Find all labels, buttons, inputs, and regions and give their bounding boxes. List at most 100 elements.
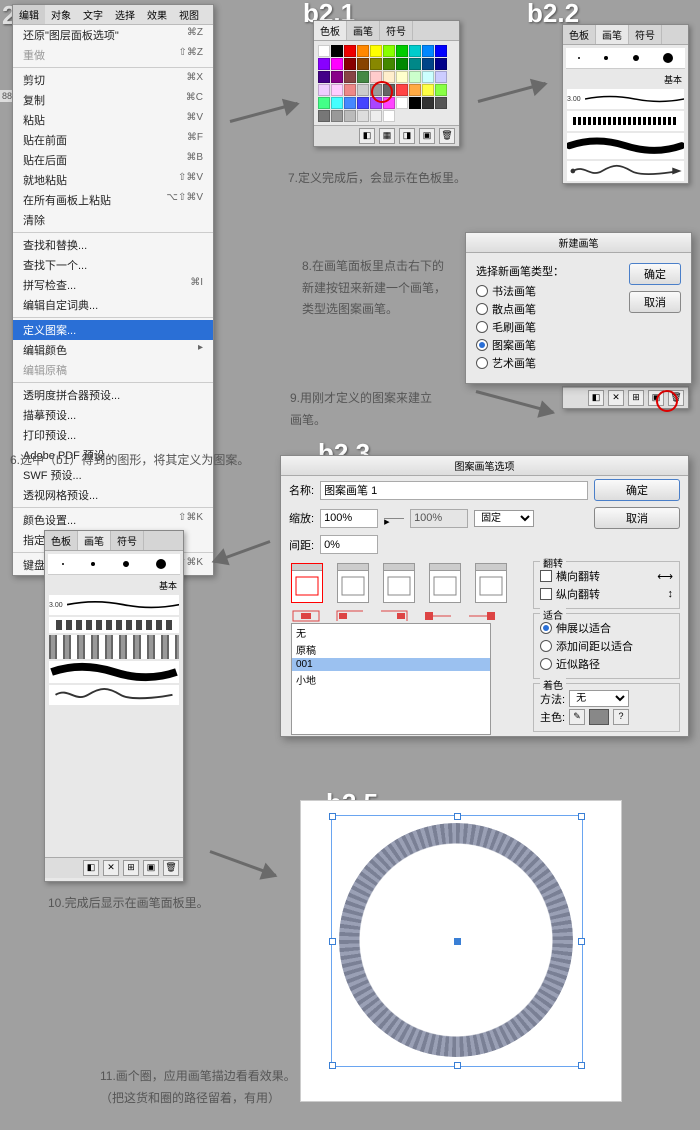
brush-sample-rough[interactable] [567,111,684,131]
swatch-color[interactable] [357,45,369,57]
pbo-method-select[interactable]: 无 [569,690,629,707]
swatch-btn-1[interactable]: ◧ [359,128,375,144]
radio-calligraphy[interactable]: 书法画笔 [476,283,609,299]
swatch-color[interactable] [383,84,395,96]
b24-btn-x[interactable]: ✕ [103,860,119,876]
b24-btn-trash[interactable]: 🗑 [163,860,179,876]
brush-sample-deco[interactable] [567,161,684,181]
swatch-color[interactable] [435,97,447,109]
tab-symbol3[interactable]: 符号 [111,531,144,550]
swatch-color[interactable] [409,45,421,57]
radio-scatter[interactable]: 散点画笔 [476,301,609,317]
b24-sample-4[interactable] [49,661,179,683]
mi-spell[interactable]: 拼写检查...⌘I [13,275,213,295]
swatch-color[interactable] [422,97,434,109]
tab-brush[interactable]: 画笔 [347,21,380,40]
brush-sample-line[interactable]: 3.00 [567,89,684,109]
tile-start[interactable] [429,563,461,603]
swatch-color[interactable] [357,58,369,70]
swatch-color[interactable] [344,58,356,70]
main-color-swatch[interactable] [589,709,609,725]
tab-symbol2[interactable]: 符号 [629,25,662,44]
swatch-color[interactable] [396,58,408,70]
swatch-color[interactable] [370,71,382,83]
mi-find[interactable]: 查找和替换... [13,235,213,255]
swatch-color[interactable] [370,110,382,122]
tab-swatch[interactable]: 色板 [314,21,347,40]
tab-brush2[interactable]: 画笔 [596,25,629,44]
swatch-color[interactable] [396,45,408,57]
swatch-color[interactable] [357,71,369,83]
swatch-color[interactable] [331,71,343,83]
swatch-color[interactable] [370,58,382,70]
tile-outer-corner[interactable] [337,563,369,603]
swatch-color[interactable] [370,84,382,96]
swatch-color[interactable] [435,45,447,57]
swatch-color[interactable] [357,97,369,109]
swatch-color[interactable] [396,71,408,83]
brush-sample-charcoal[interactable] [567,133,684,159]
b24-btn-new[interactable]: ▣ [143,860,159,876]
b24-btn-lib[interactable]: ◧ [83,860,99,876]
swatch-color[interactable] [422,45,434,57]
mi-undo[interactable]: 还原"图层面板选项"⌘Z [13,25,213,45]
swatch-color[interactable] [318,97,330,109]
mi-define-pattern[interactable]: 定义图案... [13,320,213,340]
swatch-color[interactable] [331,97,343,109]
swatch-color[interactable] [344,97,356,109]
tile-side[interactable] [291,563,323,603]
radio-bristle[interactable]: 毛刷画笔 [476,319,609,335]
menu-object[interactable]: 对象 [45,5,77,24]
swatch-grid[interactable] [314,41,459,125]
swatch-color[interactable] [331,110,343,122]
mi-print[interactable]: 打印预设... [13,425,213,445]
swatch-color[interactable] [396,97,408,109]
mi-findnext[interactable]: 查找下一个... [13,255,213,275]
menu-view[interactable]: 视图 [173,5,205,24]
mi-transp[interactable]: 透明度拼合器预设... [13,385,213,405]
mi-color-set[interactable]: 颜色设置...⇧⌘K [13,510,213,530]
radio-art[interactable]: 艺术画笔 [476,355,609,371]
swatch-color[interactable] [383,110,395,122]
mi-edit-colors[interactable]: 编辑颜色▸ [13,340,213,360]
swatch-color[interactable] [409,71,421,83]
swatch-color[interactable] [383,71,395,83]
swatch-color[interactable] [331,58,343,70]
b24-sample-1[interactable]: 3.00 [49,595,179,615]
b24-sample-2[interactable] [49,617,179,633]
swatch-color[interactable] [370,97,382,109]
list-item-none[interactable]: 无 [292,624,490,641]
swatch-btn-new[interactable]: ▣ [419,128,435,144]
list-item-small[interactable]: 小地 [292,671,490,688]
mi-paste[interactable]: 粘贴⌘V [13,110,213,130]
pbo-scale-input[interactable] [320,509,378,528]
swatch-color[interactable] [318,45,330,57]
mi-clear[interactable]: 清除 [13,210,213,230]
pbo-pattern-list[interactable]: 无 原稿 001 小地 [291,623,491,735]
mi-paste-all[interactable]: 在所有画板上粘贴⌥⇧⌘V [13,190,213,210]
check-flip-h[interactable] [540,570,552,582]
radio-fit1[interactable] [540,622,552,634]
swatch-color[interactable] [318,110,330,122]
swatch-color[interactable] [331,45,343,57]
swatch-color[interactable] [331,84,343,96]
mi-copy[interactable]: 复制⌘C [13,90,213,110]
tab-swatch2[interactable]: 色板 [563,25,596,44]
swatch-color[interactable] [344,71,356,83]
swatch-color[interactable] [422,84,434,96]
mi-paste-inplace[interactable]: 就地粘贴⇧⌘V [13,170,213,190]
pbo-scale-mode[interactable]: 固定 [474,510,534,527]
menu-edit[interactable]: 编辑 [13,5,45,24]
new-brush-cancel[interactable]: 取消 [629,291,681,313]
pbo-name-input[interactable] [320,481,588,500]
swatch-color[interactable] [370,45,382,57]
radio-fit2[interactable] [540,640,552,652]
swatch-btn-trash[interactable]: 🗑 [439,128,455,144]
artboard-canvas[interactable] [300,800,622,1102]
brush-btn-opts[interactable]: ⊞ [628,390,644,406]
tab-brush3[interactable]: 画笔 [78,531,111,550]
swatch-color[interactable] [344,45,356,57]
swatch-btn-2[interactable]: ▦ [379,128,395,144]
swatch-color[interactable] [383,97,395,109]
swatch-color[interactable] [344,84,356,96]
